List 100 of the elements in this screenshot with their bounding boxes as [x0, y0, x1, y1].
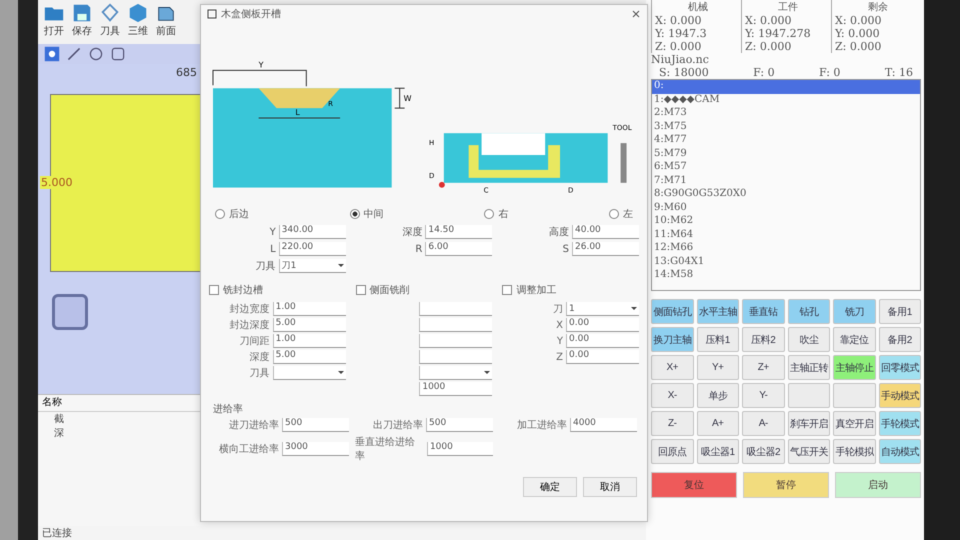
program-line[interactable]: 8:G90G0G53Z0X0 — [652, 188, 920, 202]
circle-icon[interactable] — [88, 46, 104, 62]
position-radio[interactable]: 左 — [608, 207, 633, 221]
program-line[interactable]: 7:M71 — [652, 174, 920, 188]
program-line[interactable]: 2:M73 — [652, 107, 920, 120]
input-field[interactable]: 1000 — [426, 442, 493, 456]
program-line[interactable]: 4:M77 — [652, 134, 920, 148]
control-button[interactable]: 水平主轴 — [696, 299, 739, 324]
control-button[interactable]: 单步 — [696, 383, 739, 408]
control-button[interactable]: 主轴停止 — [833, 355, 876, 380]
input-field[interactable]: 26.00 — [572, 242, 640, 256]
control-button[interactable]: 压料2 — [742, 327, 784, 352]
control-button[interactable]: 刹车开启 — [788, 411, 830, 436]
dialog-button[interactable]: 确定 — [523, 477, 577, 497]
input-field[interactable]: 0.00 — [566, 350, 640, 364]
toolbar-button[interactable]: 三维 — [124, 0, 152, 44]
dropdown-field[interactable]: 1 — [566, 302, 640, 316]
control-button[interactable]: 回零模式 — [878, 355, 921, 380]
program-line[interactable]: 13:G04X1 — [652, 256, 920, 269]
option-checkbox[interactable]: 铣封边槽 — [209, 283, 346, 297]
position-radio[interactable]: 右 — [484, 207, 508, 221]
control-button[interactable]: 吸尘器2 — [742, 439, 784, 464]
program-line[interactable]: 14:M58 — [652, 269, 920, 282]
control-button[interactable]: 压料1 — [696, 327, 739, 352]
control-button[interactable]: 主轴正转 — [788, 355, 830, 380]
control-button[interactable]: Y+ — [696, 355, 739, 380]
input-field[interactable]: 4000 — [570, 418, 637, 432]
control-button[interactable]: 靠定位 — [833, 327, 876, 352]
input-field[interactable]: 14.50 — [425, 225, 492, 239]
control-button[interactable]: 铣刀 — [833, 299, 876, 324]
control-button[interactable]: 回原点 — [651, 439, 694, 464]
dropdown-field[interactable]: 刀1 — [278, 259, 346, 273]
input-field[interactable]: 1.00 — [272, 334, 346, 348]
close-icon[interactable] — [631, 9, 641, 19]
field-label: 封边深度 — [230, 318, 270, 332]
control-button[interactable]: 手轮模式 — [878, 411, 921, 436]
input-field[interactable] — [419, 318, 492, 332]
input-field[interactable]: 220.00 — [278, 242, 346, 256]
program-line[interactable]: 1:◆◆◆◆CAM — [652, 94, 920, 107]
control-button[interactable]: Y- — [742, 383, 784, 408]
control-button[interactable]: 真空开启 — [833, 411, 876, 436]
control-button[interactable]: X- — [651, 383, 694, 408]
rectangle-icon[interactable] — [110, 46, 126, 62]
action-button[interactable]: 启动 — [835, 472, 921, 498]
control-button[interactable]: 吹尘 — [788, 327, 830, 352]
line-icon[interactable] — [66, 46, 82, 62]
toolbar-button[interactable]: 打开 — [40, 0, 68, 44]
input-field[interactable]: 1000 — [419, 382, 492, 396]
control-button[interactable]: 自动模式 — [878, 439, 921, 464]
option-checkbox[interactable]: 调整加工 — [502, 283, 640, 297]
program-line[interactable]: 3:M75 — [652, 120, 920, 134]
program-line[interactable]: 9:M60 — [652, 202, 920, 215]
control-button[interactable]: 吸尘器1 — [696, 439, 739, 464]
control-button[interactable]: 侧面钻孔 — [651, 299, 694, 324]
input-field[interactable] — [419, 302, 492, 316]
input-field[interactable]: 5.00 — [272, 318, 346, 332]
control-button[interactable]: X+ — [651, 355, 694, 380]
control-button[interactable]: 手轮模拟 — [833, 439, 876, 464]
input-field[interactable]: 500 — [282, 418, 349, 432]
control-button[interactable]: 气压开关 — [788, 439, 830, 464]
input-field[interactable]: 340.00 — [278, 225, 346, 239]
program-line[interactable]: 12:M66 — [652, 242, 920, 256]
dropdown-field[interactable] — [272, 366, 346, 380]
position-radio[interactable]: 中间 — [350, 207, 384, 221]
control-button[interactable]: Z- — [651, 411, 694, 436]
toolbar-button[interactable]: 刀具 — [96, 0, 124, 44]
program-line[interactable]: 6:M57 — [652, 161, 920, 174]
input-field[interactable]: 0.00 — [566, 318, 640, 332]
program-line[interactable]: 11:M64 — [652, 228, 920, 242]
program-line[interactable]: 5:M79 — [652, 148, 920, 161]
dialog-button[interactable]: 取消 — [583, 477, 637, 497]
input-field[interactable]: 5.00 — [272, 350, 346, 364]
input-field[interactable]: 1.00 — [272, 302, 346, 316]
control-button[interactable]: 备用1 — [878, 299, 921, 324]
input-field[interactable]: 0.00 — [566, 334, 640, 348]
input-field[interactable]: 3000 — [282, 442, 349, 456]
input-field[interactable] — [419, 350, 492, 364]
program-line[interactable]: 10:M62 — [652, 215, 920, 228]
input-field[interactable]: 500 — [426, 418, 493, 432]
control-button[interactable] — [788, 383, 830, 408]
control-button[interactable]: 钻孔 — [788, 299, 830, 324]
control-button[interactable]: A- — [742, 411, 784, 436]
position-radio[interactable]: 后边 — [215, 207, 249, 221]
toolbar-button[interactable]: 保存 — [68, 0, 96, 44]
control-button[interactable]: A+ — [696, 411, 739, 436]
control-button[interactable]: 备用2 — [878, 327, 921, 352]
option-checkbox[interactable]: 侧面铣削 — [356, 283, 492, 297]
input-field[interactable]: 6.00 — [425, 242, 492, 256]
control-button[interactable]: 换刀主轴 — [651, 327, 694, 352]
action-button[interactable]: 复位 — [651, 472, 737, 498]
control-button[interactable]: Z+ — [742, 355, 784, 380]
action-button[interactable]: 暂停 — [743, 472, 829, 498]
dropdown-field[interactable] — [419, 366, 492, 380]
input-field[interactable] — [419, 334, 492, 348]
control-button[interactable] — [833, 383, 876, 408]
input-field[interactable]: 40.00 — [572, 225, 640, 239]
select-icon[interactable] — [44, 46, 60, 62]
toolbar-button[interactable]: 前面 — [152, 0, 180, 44]
control-button[interactable]: 垂直钻 — [742, 299, 784, 324]
control-button[interactable]: 手动模式 — [878, 383, 921, 408]
